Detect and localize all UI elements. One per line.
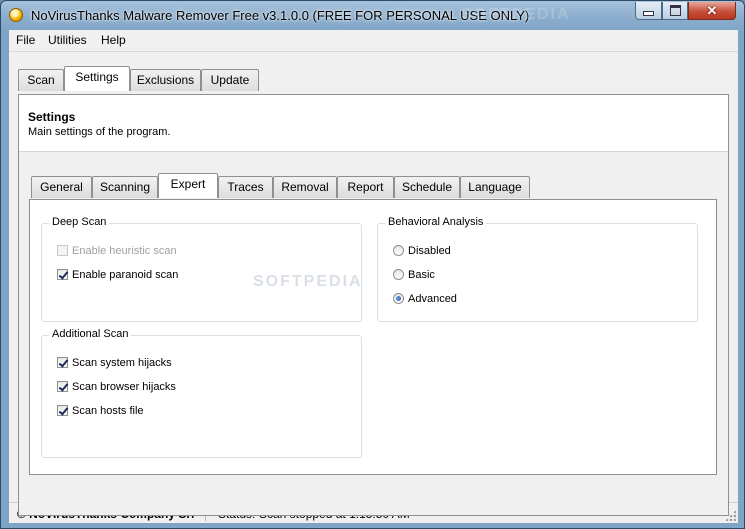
subtab-expert[interactable]: Expert [158,173,218,198]
deep-scan-label: Deep Scan [49,216,110,228]
browser-hijacks-checkbox[interactable] [57,381,68,392]
heuristic-scan-checkbox[interactable] [57,245,68,256]
menu-file[interactable]: File [16,33,35,47]
settings-header: Settings Main settings of the program. [19,95,728,152]
page-title: Settings [28,110,76,124]
behavioral-disabled-option[interactable]: Disabled [393,243,451,258]
system-hijacks-label: Scan system hijacks [72,356,172,369]
behavioral-advanced-option[interactable]: Advanced [393,291,457,306]
behavioral-basic-label: Basic [408,268,435,281]
menu-bar: File Utilities Help [9,30,738,52]
hosts-file-checkbox[interactable] [57,405,68,416]
expert-panel: Deep Scan Enable heuristic scan Enable p… [29,199,717,475]
paranoid-scan-label: Enable paranoid scan [72,268,179,281]
behavioral-analysis-group: Behavioral Analysis Disabled Basic Advan… [377,216,698,322]
settings-panel: Settings Main settings of the program. G… [18,94,729,516]
close-icon: ✕ [706,2,718,18]
minimize-icon [643,11,654,16]
subtab-removal[interactable]: Removal [273,176,337,198]
minimize-button[interactable] [635,2,662,20]
behavioral-disabled-radio[interactable] [393,245,404,256]
tab-update[interactable]: Update [201,69,259,91]
tab-scan[interactable]: Scan [18,69,64,91]
system-hijacks-checkbox[interactable] [57,357,68,368]
subtab-language[interactable]: Language [460,176,530,198]
additional-scan-group: Additional Scan Scan system hijacks Scan… [41,328,362,458]
subtab-report[interactable]: Report [337,176,394,198]
subtab-schedule[interactable]: Schedule [394,176,460,198]
app-window: NoVirusThanks Malware Remover Free v3.1.… [0,0,745,529]
subtab-scanning[interactable]: Scanning [92,176,158,198]
app-icon[interactable] [9,8,23,22]
window-title: NoVirusThanks Malware Remover Free v3.1.… [31,8,530,23]
behavioral-basic-radio[interactable] [393,269,404,280]
menu-help[interactable]: Help [101,33,126,47]
additional-scan-label: Additional Scan [49,328,132,340]
hosts-file-option[interactable]: Scan hosts file [57,403,144,418]
behavioral-basic-option[interactable]: Basic [393,267,435,282]
maximize-icon [669,5,681,16]
behavioral-advanced-label: Advanced [408,292,457,305]
browser-hijacks-option[interactable]: Scan browser hijacks [57,379,176,394]
page-subtitle: Main settings of the program. [28,126,171,138]
system-hijacks-option[interactable]: Scan system hijacks [57,355,172,370]
subtab-traces[interactable]: Traces [218,176,273,198]
heuristic-scan-label: Enable heuristic scan [72,244,177,257]
hosts-file-label: Scan hosts file [72,404,144,417]
client-area: File Utilities Help Scan Settings Exclus… [9,30,738,523]
browser-hijacks-label: Scan browser hijacks [72,380,176,393]
paranoid-scan-checkbox[interactable] [57,269,68,280]
tab-settings[interactable]: Settings [64,66,130,91]
menu-utilities[interactable]: Utilities [48,33,87,47]
close-button[interactable]: ✕ [688,2,736,20]
title-bar[interactable]: NoVirusThanks Malware Remover Free v3.1.… [1,1,744,30]
subtab-general[interactable]: General [31,176,92,198]
behavioral-disabled-label: Disabled [408,244,451,257]
maximize-button[interactable] [662,2,688,20]
paranoid-scan-option[interactable]: Enable paranoid scan [57,267,178,282]
behavioral-analysis-label: Behavioral Analysis [385,216,487,228]
tab-exclusions[interactable]: Exclusions [130,69,201,91]
heuristic-scan-option[interactable]: Enable heuristic scan [57,243,177,258]
behavioral-advanced-radio[interactable] [393,293,404,304]
content-watermark: SOFTPEDIA [253,273,363,290]
title-watermark: SOFTPEDIA [461,6,571,23]
